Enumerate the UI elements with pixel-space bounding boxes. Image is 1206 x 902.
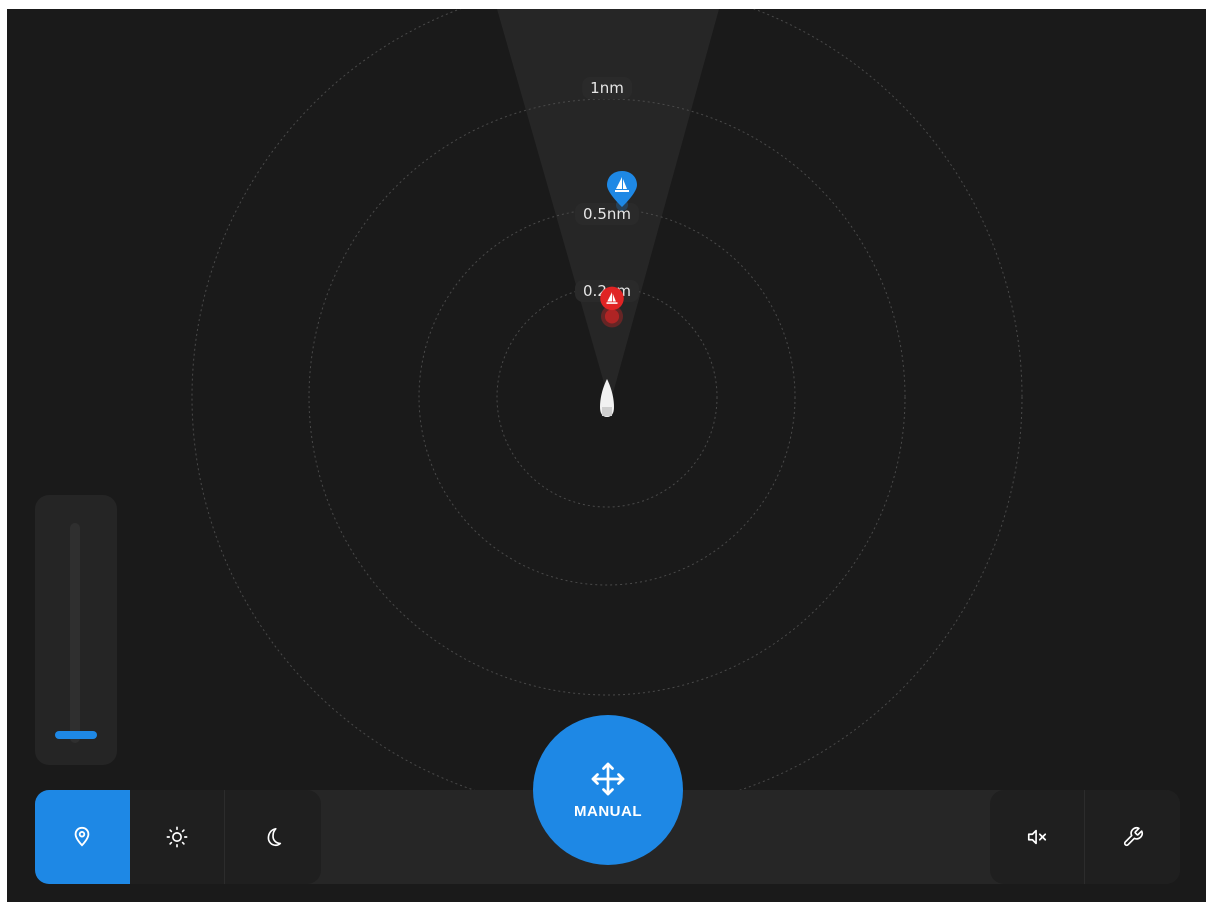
own-boat-icon — [600, 379, 614, 417]
mute-icon — [1027, 829, 1047, 845]
manual-mode-label: MANUAL — [574, 802, 642, 820]
zoom-slider-panel — [35, 495, 117, 765]
moon-icon — [267, 827, 281, 847]
location-button[interactable] — [35, 790, 130, 884]
range-label-1nm: 1nm — [582, 77, 632, 99]
night-mode-button[interactable] — [225, 790, 320, 884]
location-pin-icon — [74, 826, 90, 847]
wrench-icon — [1123, 827, 1143, 847]
move-arrows-icon — [591, 762, 625, 795]
target-marker-red[interactable] — [595, 285, 629, 329]
toolbar-left-group — [35, 790, 321, 884]
manual-mode-button[interactable]: MANUAL — [533, 715, 683, 865]
zoom-slider-track[interactable] — [70, 523, 80, 743]
toolbar-right-group — [990, 790, 1180, 884]
settings-button[interactable] — [1085, 790, 1180, 884]
mute-button[interactable] — [990, 790, 1085, 884]
zoom-slider-thumb[interactable] — [55, 731, 97, 739]
target-marker-blue[interactable] — [605, 169, 639, 213]
day-mode-button[interactable] — [130, 790, 225, 884]
radar-screen: 1nm 0.5nm 0.2nm — [7, 9, 1206, 902]
sun-icon — [166, 826, 188, 848]
